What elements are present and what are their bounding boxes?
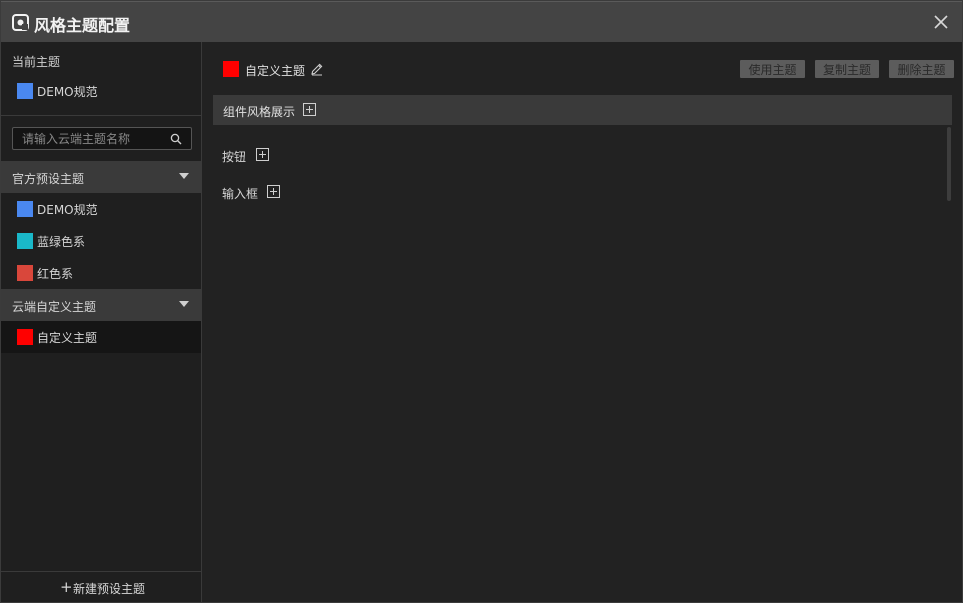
group-header-official-presets[interactable]: 官方预设主题 bbox=[1, 161, 201, 193]
theme-app-icon bbox=[12, 14, 29, 31]
theme-sidebar: 当前主题 DEMO规范 官方预设主题 DEMO规范 蓝绿色系 红色系 bbox=[1, 42, 202, 602]
caret-down-icon bbox=[179, 173, 189, 179]
use-theme-button[interactable]: 使用主题 bbox=[740, 60, 805, 78]
title-bar: 风格主题配置 bbox=[1, 1, 962, 42]
theme-item-label: DEMO规范 bbox=[37, 203, 98, 217]
search-icon[interactable] bbox=[170, 133, 182, 145]
component-label: 输入框 bbox=[222, 187, 259, 201]
copy-theme-button[interactable]: 复制主题 bbox=[815, 60, 879, 78]
theme-config-dialog: 风格主题配置 当前主题 DEMO规范 官方预设主题 DEMO规范 bbox=[0, 0, 963, 603]
theme-item-label: 蓝绿色系 bbox=[37, 235, 86, 249]
pencil-icon[interactable] bbox=[310, 62, 324, 76]
expand-plus-icon[interactable] bbox=[256, 148, 269, 161]
window-title: 风格主题配置 bbox=[34, 16, 131, 35]
sidebar-divider bbox=[1, 115, 201, 116]
expand-plus-icon[interactable] bbox=[267, 185, 280, 198]
theme-color-swatch bbox=[17, 329, 33, 345]
new-preset-label: 新建预设主题 bbox=[73, 582, 146, 596]
theme-color-swatch bbox=[17, 83, 33, 99]
group-label: 云端自定义主题 bbox=[12, 300, 97, 314]
group-label: 官方预设主题 bbox=[12, 172, 85, 186]
current-theme-item[interactable]: DEMO规范 bbox=[1, 75, 201, 107]
showcase-label: 组件风格展示 bbox=[223, 105, 296, 119]
theme-detail-panel: 自定义主题 使用主题 复制主题 删除主题 组件风格展示 按钮 输入框 bbox=[203, 42, 962, 602]
theme-item-custom[interactable]: 自定义主题 bbox=[1, 321, 201, 353]
theme-color-swatch bbox=[17, 233, 33, 249]
current-theme-section-label: 当前主题 bbox=[12, 55, 61, 69]
component-showcase-header[interactable]: 组件风格展示 bbox=[213, 95, 952, 125]
theme-color-swatch bbox=[17, 265, 33, 281]
close-icon[interactable] bbox=[932, 13, 950, 31]
delete-theme-button[interactable]: 删除主题 bbox=[889, 60, 954, 78]
selected-theme-name: 自定义主题 bbox=[245, 64, 306, 78]
vertical-scrollbar[interactable] bbox=[947, 127, 951, 201]
theme-search-box[interactable] bbox=[12, 127, 192, 150]
theme-item-demo[interactable]: DEMO规范 bbox=[1, 193, 201, 225]
plus-icon: + bbox=[60, 578, 73, 596]
theme-color-swatch bbox=[17, 201, 33, 217]
theme-search-input[interactable] bbox=[22, 131, 162, 147]
theme-item-label: 红色系 bbox=[37, 267, 74, 281]
theme-item-label: 自定义主题 bbox=[37, 331, 98, 345]
theme-color-swatch bbox=[223, 61, 239, 77]
expand-plus-icon[interactable] bbox=[303, 103, 316, 116]
current-theme-name: DEMO规范 bbox=[37, 85, 98, 99]
theme-item-red[interactable]: 红色系 bbox=[1, 257, 201, 289]
theme-item-blue-green[interactable]: 蓝绿色系 bbox=[1, 225, 201, 257]
new-preset-theme-button[interactable]: + 新建预设主题 bbox=[1, 571, 201, 602]
group-header-cloud-custom[interactable]: 云端自定义主题 bbox=[1, 289, 201, 321]
component-label: 按钮 bbox=[222, 150, 247, 164]
caret-down-icon bbox=[179, 301, 189, 307]
